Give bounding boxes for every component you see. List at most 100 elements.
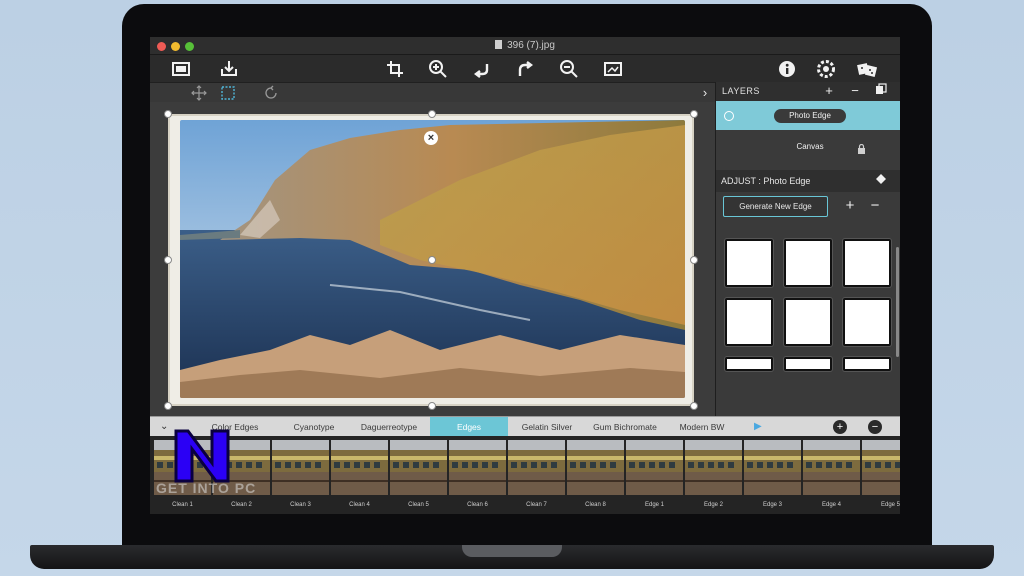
tab-gum-bichromate[interactable]: Gum Bichromate xyxy=(586,417,664,437)
preset-thumbnail[interactable]: Clean 6 xyxy=(449,440,506,508)
preset-preview-image xyxy=(803,440,860,495)
resize-handle[interactable] xyxy=(690,110,698,118)
export-icon[interactable] xyxy=(218,58,240,80)
preset-preview-image xyxy=(685,440,742,495)
preset-preview-image xyxy=(567,440,624,495)
add-layer-icon[interactable]: + xyxy=(821,83,837,99)
preset-thumbnail[interactable]: Clean 3 xyxy=(272,440,329,508)
add-edge-icon[interactable]: + xyxy=(842,197,858,215)
center-handle[interactable] xyxy=(428,256,436,264)
edge-thumbnail[interactable] xyxy=(784,357,832,371)
tab-cyanotype[interactable]: Cyanotype xyxy=(280,417,348,437)
preset-thumbnail[interactable]: Edge 5 xyxy=(862,440,900,508)
preset-preview-image xyxy=(449,440,506,495)
browse-photo-icon[interactable] xyxy=(170,58,192,80)
document-icon xyxy=(495,40,503,49)
chevron-down-icon[interactable]: ⌄ xyxy=(160,417,168,437)
preset-label: Clean 6 xyxy=(467,502,488,508)
preset-label: Clean 2 xyxy=(231,502,252,508)
preset-thumbnail[interactable]: Edge 2 xyxy=(685,440,742,508)
resize-handle[interactable] xyxy=(428,402,436,410)
remove-edge-icon[interactable]: − xyxy=(867,197,883,215)
fit-to-screen-icon[interactable] xyxy=(602,58,624,80)
preset-thumbnail[interactable]: Edge 4 xyxy=(803,440,860,508)
preset-thumbnail[interactable]: Edge 3 xyxy=(744,440,801,508)
filter-tabs: ⌄ Color Edges Cyanotype Daguerreotype Ed… xyxy=(150,416,900,437)
edge-thumbnail[interactable] xyxy=(784,298,832,346)
window-title: 396 (7).jpg xyxy=(150,40,900,51)
settings-icon[interactable] xyxy=(815,58,837,80)
title-bar: 396 (7).jpg xyxy=(150,37,900,55)
preset-preview-image xyxy=(390,440,447,495)
crop-icon[interactable] xyxy=(384,58,406,80)
preset-preview-image xyxy=(508,440,565,495)
preset-thumbnail[interactable]: Clean 8 xyxy=(567,440,624,508)
generate-new-edge-button[interactable]: Generate New Edge xyxy=(723,196,828,217)
chevron-right-icon[interactable]: › xyxy=(696,84,714,102)
preset-preview-image xyxy=(626,440,683,495)
watermark-text: GET INTO PC xyxy=(156,480,257,496)
edge-thumbnail[interactable] xyxy=(725,239,773,287)
resize-handle[interactable] xyxy=(164,110,172,118)
preset-label: Clean 4 xyxy=(349,502,370,508)
resize-handle[interactable] xyxy=(164,256,172,264)
tab-modern-bw[interactable]: Modern BW xyxy=(664,417,740,437)
preset-label: Clean 1 xyxy=(172,502,193,508)
zoom-in-icon[interactable] xyxy=(427,58,449,80)
layer-label: Photo Edge xyxy=(774,109,846,123)
rotate-icon[interactable] xyxy=(262,84,280,102)
tab-edges[interactable]: Edges xyxy=(430,417,508,437)
panel-scrollbar[interactable] xyxy=(896,247,899,357)
resize-handle[interactable] xyxy=(690,256,698,264)
select-icon[interactable] xyxy=(219,84,237,102)
resize-handle[interactable] xyxy=(690,402,698,410)
edge-thumbnail[interactable] xyxy=(725,298,773,346)
resize-handle[interactable] xyxy=(428,110,436,118)
edge-thumbnail[interactable] xyxy=(843,239,891,287)
preset-thumbnail[interactable]: Clean 4 xyxy=(331,440,388,508)
undo-icon[interactable] xyxy=(471,58,493,80)
tab-gelatin-silver[interactable]: Gelatin Silver xyxy=(508,417,586,437)
redo-icon[interactable] xyxy=(514,58,536,80)
edge-thumbnail[interactable] xyxy=(843,357,891,371)
laptop-notch xyxy=(462,545,562,557)
remove-layer-button[interactable]: − xyxy=(847,83,863,99)
preset-label: Clean 3 xyxy=(290,502,311,508)
layer-row-photo-edge[interactable]: Photo Edge xyxy=(716,101,900,130)
preset-thumbnail[interactable]: Clean 7 xyxy=(508,440,565,508)
app-window: 396 (7).jpg › × LAYERS + − Photo Edge Ca… xyxy=(150,37,900,514)
edge-thumbnail[interactable] xyxy=(843,298,891,346)
remove-layer-icon[interactable]: × xyxy=(424,131,438,145)
remove-preset-icon[interactable]: − xyxy=(868,420,882,434)
preset-preview-image xyxy=(272,440,329,495)
move-icon[interactable] xyxy=(190,84,208,102)
preset-thumbnail[interactable]: Edge 1 xyxy=(626,440,683,508)
scroll-tabs-right-icon[interactable]: ▶ xyxy=(754,417,762,437)
layer-visibility-toggle[interactable] xyxy=(724,111,734,121)
add-preset-icon[interactable]: + xyxy=(833,420,847,434)
preset-label: Clean 5 xyxy=(408,502,429,508)
layer-label: Canvas xyxy=(774,140,846,154)
random-dice-icon[interactable] xyxy=(856,58,878,80)
lock-icon xyxy=(857,141,866,154)
edge-thumbnail[interactable] xyxy=(784,239,832,287)
preset-label: Edge 2 xyxy=(703,502,724,508)
preset-preview-image xyxy=(331,440,388,495)
preset-label: Edge 1 xyxy=(644,502,665,508)
canvas-toolbar: › xyxy=(150,82,715,102)
zoom-out-icon[interactable] xyxy=(558,58,580,80)
adjust-header: ADJUST : Photo Edge xyxy=(716,170,900,192)
resize-handle[interactable] xyxy=(164,402,172,410)
duplicate-layer-icon[interactable] xyxy=(873,83,889,99)
layers-header: LAYERS + − xyxy=(716,82,900,101)
layer-row-canvas[interactable]: Canvas xyxy=(716,132,900,161)
preset-thumbnail[interactable]: Clean 5 xyxy=(390,440,447,508)
info-icon[interactable] xyxy=(776,58,798,80)
edge-thumbnail[interactable] xyxy=(725,357,773,371)
preset-preview-image xyxy=(744,440,801,495)
preset-label: Edge 3 xyxy=(762,502,783,508)
adjust-tag-icon[interactable] xyxy=(873,173,889,189)
tab-daguerreotype[interactable]: Daguerreotype xyxy=(348,417,430,437)
canvas-area[interactable]: × xyxy=(150,102,715,416)
watermark-logo xyxy=(172,425,232,485)
